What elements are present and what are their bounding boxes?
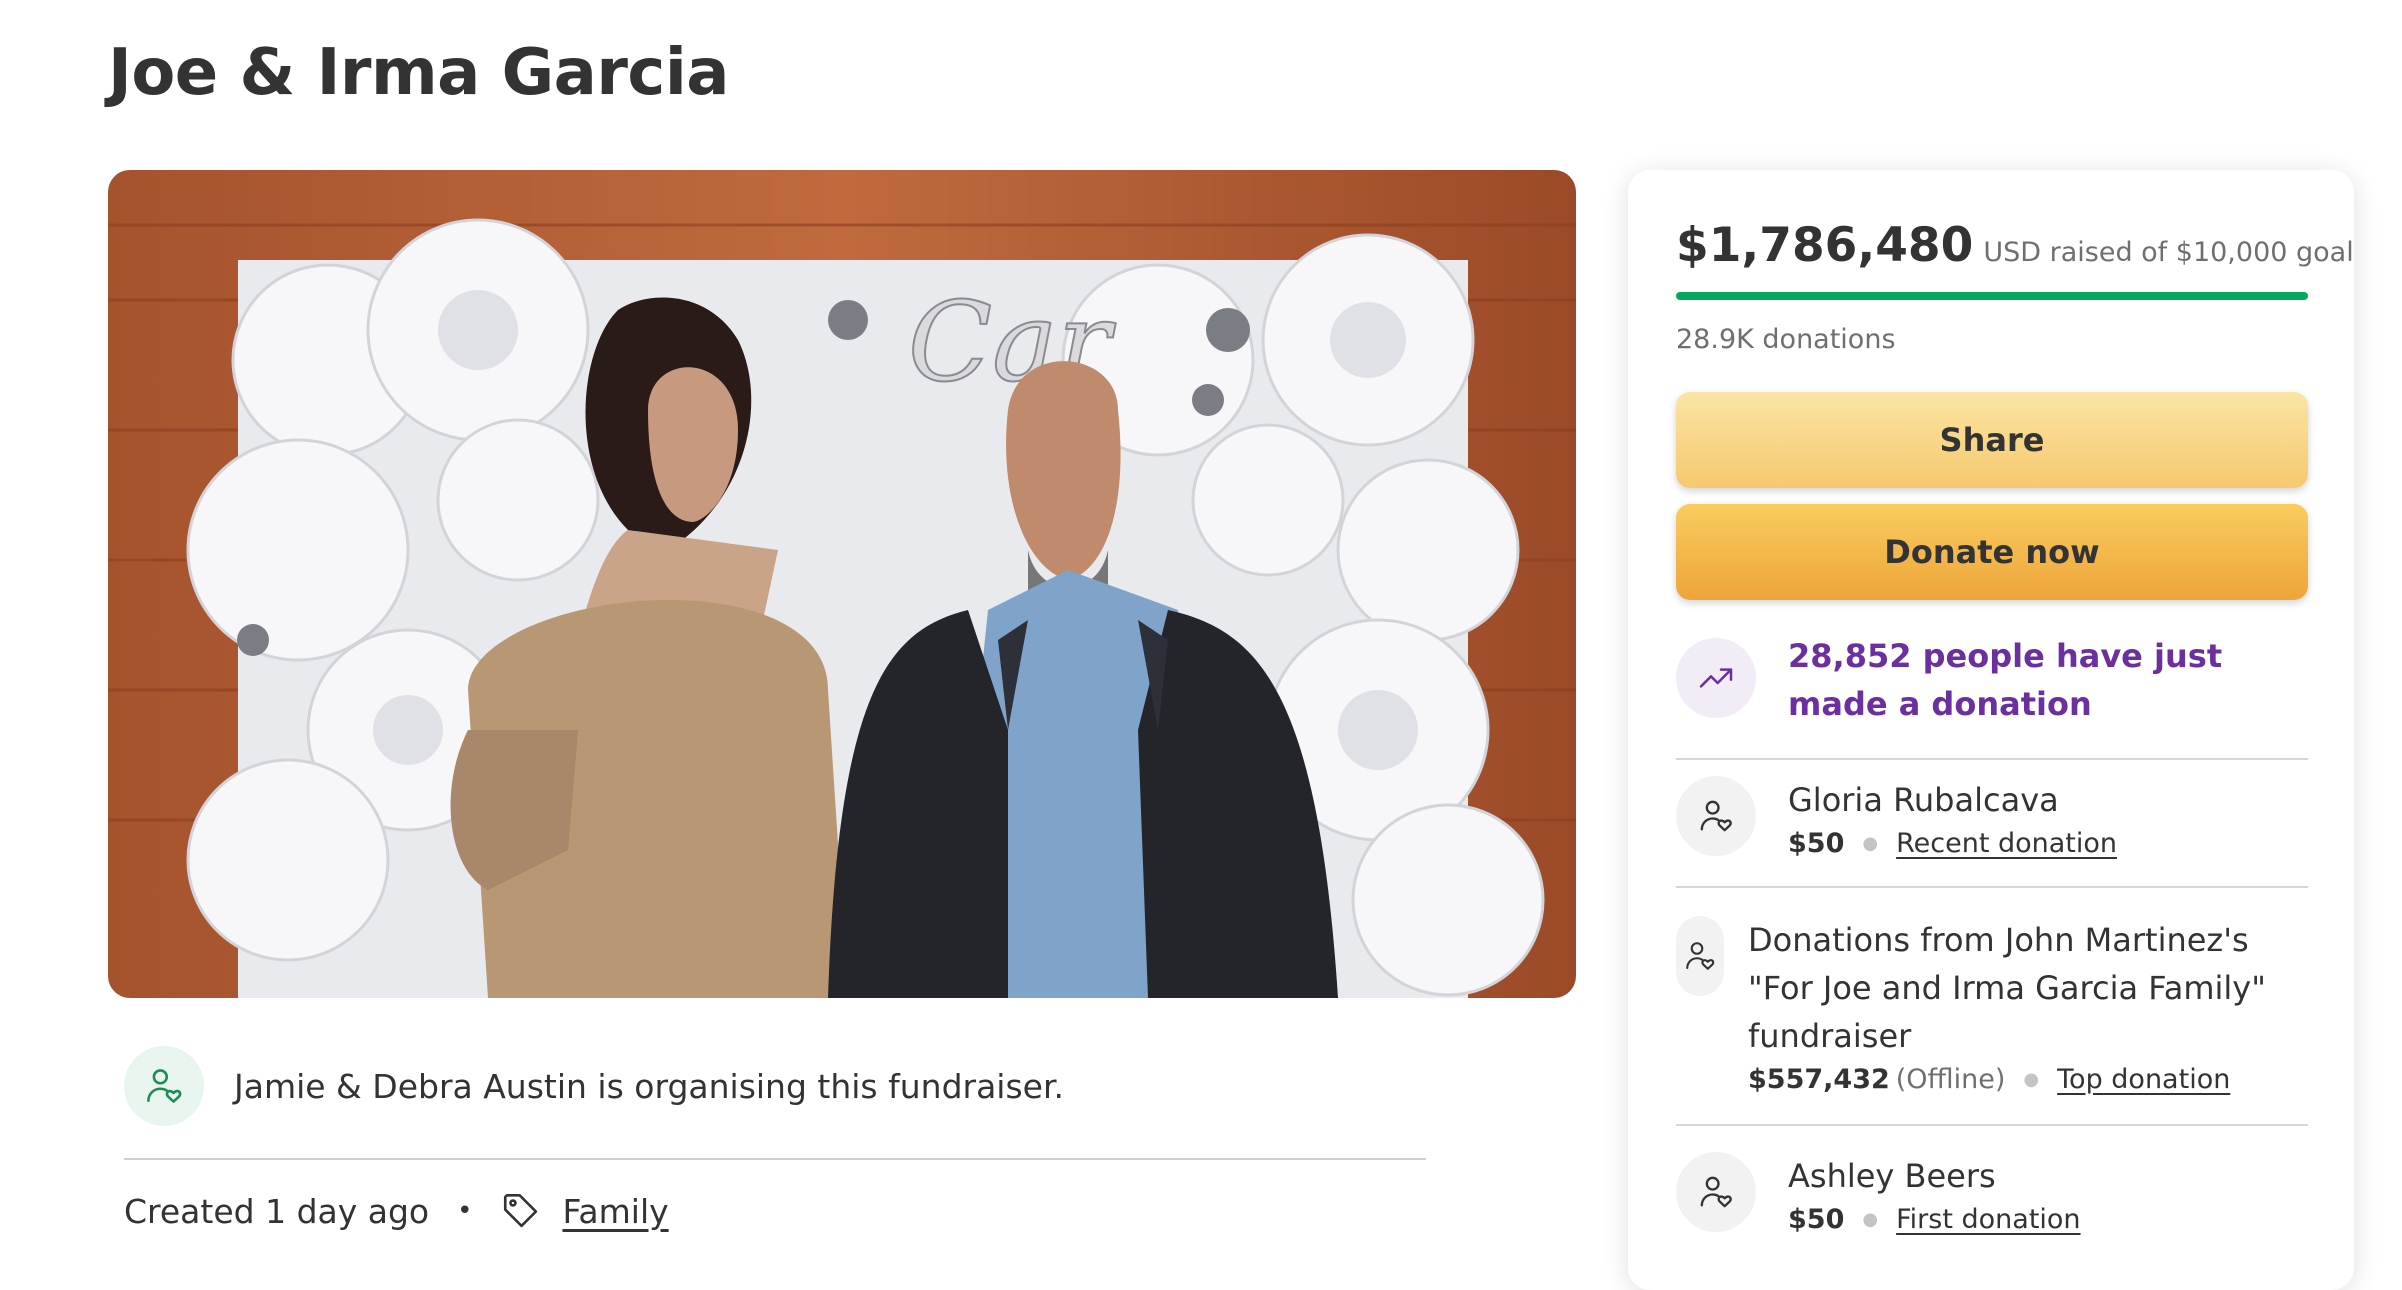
- donation-item: Donations from John Martinez's "For Joe …: [1676, 916, 2288, 1095]
- progress-fill: [1676, 292, 2308, 300]
- meta-separator: •: [457, 1196, 473, 1226]
- campaign-photo: Car: [108, 170, 1576, 998]
- donation-sidebar: $1,786,480 USD raised of $10,000 goal 28.…: [1628, 170, 2354, 1290]
- user-heart-icon: [1676, 1152, 1756, 1232]
- user-heart-icon: [124, 1046, 204, 1126]
- trending-text: 28,852 people have just made a donation: [1788, 637, 2223, 723]
- created-date: Created 1 day ago: [124, 1191, 430, 1231]
- separator-dot: ●: [2023, 1069, 2040, 1090]
- tag-icon: [500, 1190, 542, 1232]
- donations-count: 28.9K donations: [1676, 324, 1896, 355]
- donation-item: Gloria Rubalcava $50 ● Recent donation: [1676, 776, 2117, 859]
- donation-item: Ashley Beers $50 ● First donation: [1676, 1152, 2081, 1235]
- divider: [124, 1158, 1426, 1160]
- trending-notice: 28,852 people have just made a donation: [1676, 637, 2288, 728]
- donation-amount: $50: [1788, 828, 1845, 859]
- page-title: Joe & Irma Garcia: [108, 36, 729, 110]
- progress-bar: [1676, 292, 2308, 300]
- separator-dot: ●: [1862, 833, 1879, 854]
- donation-amount: $50: [1788, 1204, 1845, 1235]
- trending-up-icon: [1676, 638, 1756, 718]
- share-button[interactable]: Share: [1676, 392, 2308, 488]
- category-link[interactable]: Family: [562, 1192, 668, 1231]
- donation-tag-link[interactable]: Recent donation: [1896, 828, 2117, 859]
- separator-dot: ●: [1862, 1209, 1879, 1230]
- divider: [1676, 758, 2308, 760]
- organizer-text: Jamie & Debra Austin is organising this …: [234, 1066, 1064, 1106]
- campaign-meta: Created 1 day ago • Family: [124, 1190, 669, 1232]
- divider: [1676, 886, 2308, 888]
- donation-extra: (Offline): [1895, 1064, 2006, 1095]
- user-heart-icon: [1676, 916, 1724, 996]
- organizer-row: Jamie & Debra Austin is organising this …: [124, 1046, 1064, 1126]
- donor-name: Donations from John Martinez's "For Joe …: [1748, 921, 2266, 1055]
- donation-tag-link[interactable]: Top donation: [2057, 1064, 2230, 1095]
- donate-button[interactable]: Donate now: [1676, 504, 2308, 600]
- user-heart-icon: [1676, 776, 1756, 856]
- donation-amount: $557,432: [1748, 1064, 1890, 1095]
- donor-name: Gloria Rubalcava: [1788, 781, 2059, 819]
- donor-name: Ashley Beers: [1788, 1157, 1996, 1195]
- amount-raised: $1,786,480 USD raised of $10,000 goal: [1676, 218, 2354, 273]
- goal-text: USD raised of $10,000 goal: [1983, 237, 2354, 268]
- donation-tag-link[interactable]: First donation: [1896, 1204, 2080, 1235]
- divider: [1676, 1124, 2308, 1126]
- raised-amount: $1,786,480: [1676, 218, 1974, 273]
